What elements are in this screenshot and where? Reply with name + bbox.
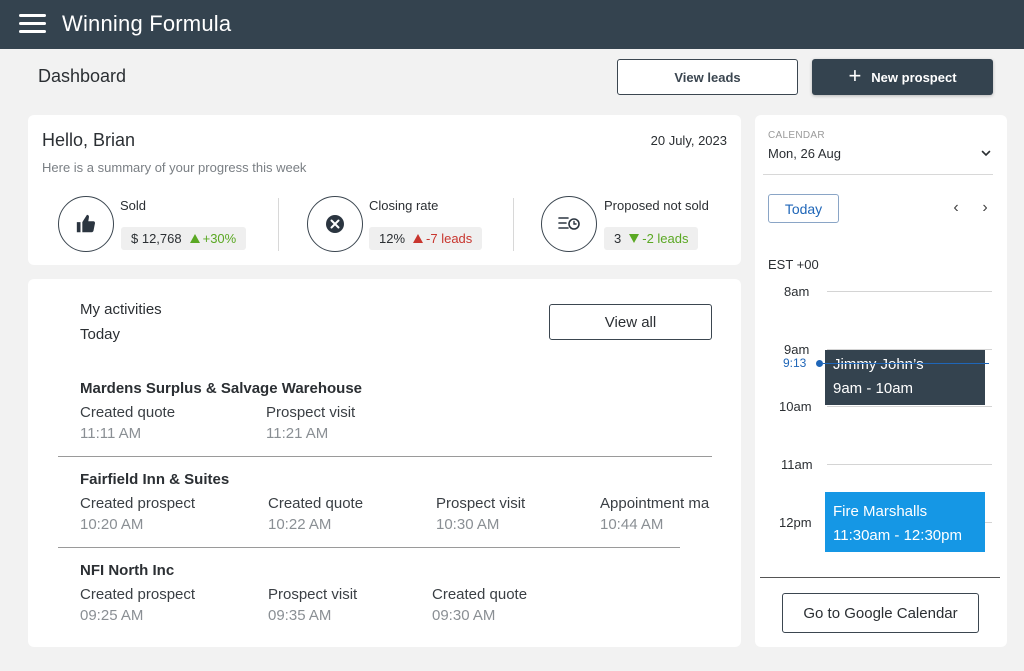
chevron-right-icon[interactable]: › bbox=[977, 199, 993, 217]
activity-event-time: 09:35 AM bbox=[268, 607, 332, 624]
stat-label-proposed-not-sold: Proposed not sold bbox=[604, 198, 709, 213]
view-leads-button[interactable]: View leads bbox=[617, 59, 798, 95]
activity-event-time: 10:30 AM bbox=[436, 516, 500, 533]
activity-event-time: 11:11 AM bbox=[80, 425, 142, 442]
hamburger-menu-icon[interactable] bbox=[19, 14, 46, 34]
calendar-event[interactable]: Fire Marshalls 11:30am - 12:30pm bbox=[825, 492, 985, 552]
divider bbox=[760, 577, 1000, 578]
current-time-dot bbox=[816, 360, 823, 367]
activity-company[interactable]: NFI North Inc bbox=[80, 562, 174, 579]
activity-event-time: 10:44 AM bbox=[600, 516, 664, 533]
hour-label: 12pm bbox=[779, 515, 812, 530]
view-all-button[interactable]: View all bbox=[549, 304, 712, 340]
divider bbox=[763, 174, 993, 175]
activity-event-label: Appointment ma bbox=[600, 495, 710, 512]
thumbs-up-icon bbox=[58, 196, 114, 252]
calendar-caption: CALENDAR bbox=[768, 130, 825, 141]
calendar-date-select[interactable]: Mon, 26 Aug bbox=[768, 146, 841, 161]
stat-pill-sold: $ 12,768 +30% bbox=[121, 227, 247, 250]
plus-icon: + bbox=[848, 63, 862, 88]
stat-pill-proposed-not-sold: 3 -2 leads bbox=[604, 227, 699, 250]
activity-company[interactable]: Mardens Surplus & Salvage Warehouse bbox=[80, 380, 362, 397]
stat-delta-closing-rate: -7 leads bbox=[426, 231, 473, 246]
list-clock-icon bbox=[541, 196, 597, 252]
triangle-down-icon bbox=[629, 234, 640, 243]
activity-event-label: Created quote bbox=[268, 495, 364, 512]
calendar-timezone: EST +00 bbox=[768, 257, 819, 272]
event-title: Jimmy John’s bbox=[833, 356, 924, 373]
hour-gridline bbox=[827, 464, 992, 465]
activity-event-label: Prospect visit bbox=[436, 495, 526, 512]
hour-label: 8am bbox=[784, 284, 810, 299]
activity-company[interactable]: Fairfield Inn & Suites bbox=[80, 471, 229, 488]
activity-event-time: 11:21 AM bbox=[266, 425, 329, 442]
app-title: Winning Formula bbox=[62, 11, 232, 36]
activities-title: My activities bbox=[80, 301, 162, 318]
new-prospect-button[interactable]: + New prospect bbox=[812, 59, 993, 95]
divider bbox=[58, 456, 712, 457]
chevron-left-icon[interactable]: ‹ bbox=[948, 199, 964, 217]
activities-subtitle: Today bbox=[80, 326, 121, 343]
activity-event-time: 10:20 AM bbox=[80, 516, 144, 533]
page-title: Dashboard bbox=[38, 66, 127, 86]
event-title: Fire Marshalls bbox=[833, 503, 928, 520]
summary-subtitle: Here is a summary of your progress this … bbox=[42, 160, 307, 175]
stat-delta-sold: +30% bbox=[202, 231, 237, 246]
event-time: 11:30am - 12:30pm bbox=[833, 527, 962, 544]
divider bbox=[278, 198, 279, 251]
hour-gridline bbox=[827, 406, 992, 407]
activity-event-time: 10:22 AM bbox=[268, 516, 332, 533]
calendar-card: CALENDAR Mon, 26 Aug Today ‹ › EST +00 8… bbox=[755, 115, 1007, 647]
hour-label: 9am bbox=[784, 342, 810, 357]
stat-value-sold: $ 12,768 bbox=[131, 231, 182, 246]
chevron-down-icon[interactable] bbox=[979, 146, 993, 160]
activity-event-time: 09:25 AM bbox=[80, 607, 144, 624]
activity-event-label: Created quote bbox=[432, 586, 528, 603]
stat-value-proposed-not-sold: 3 bbox=[614, 231, 622, 246]
stat-pill-closing-rate: 12% -7 leads bbox=[369, 227, 483, 250]
hour-gridline bbox=[827, 291, 992, 292]
activity-event-label: Created prospect bbox=[80, 586, 196, 603]
stat-label-closing-rate: Closing rate bbox=[369, 198, 439, 213]
current-time-label: 9:13 bbox=[783, 356, 807, 370]
activities-card: My activities Today View all Mardens Sur… bbox=[28, 279, 741, 647]
triangle-up-icon bbox=[413, 234, 424, 243]
activity-event-label: Created quote bbox=[80, 404, 176, 421]
hour-label: 10am bbox=[779, 399, 812, 414]
new-prospect-label: New prospect bbox=[871, 69, 957, 85]
hour-label: 11am bbox=[781, 457, 813, 472]
triangle-up-icon bbox=[189, 234, 200, 243]
summary-date: 20 July, 2023 bbox=[650, 133, 727, 148]
summary-card: Hello, Brian 20 July, 2023 Here is a sum… bbox=[28, 115, 741, 265]
today-button[interactable]: Today bbox=[768, 194, 839, 223]
activity-event-label: Prospect visit bbox=[268, 586, 358, 603]
activity-event-time: 09:30 AM bbox=[432, 607, 496, 624]
app-header: Winning Formula bbox=[0, 0, 1024, 49]
divider bbox=[58, 547, 680, 548]
greeting: Hello, Brian bbox=[42, 130, 136, 150]
event-time: 9am - 10am bbox=[833, 380, 914, 397]
close-circle-icon bbox=[307, 196, 363, 252]
stat-value-closing-rate: 12% bbox=[379, 231, 406, 246]
stat-delta-proposed-not-sold: -2 leads bbox=[642, 231, 689, 246]
activity-event-label: Prospect visit bbox=[266, 404, 356, 421]
activity-event-label: Created prospect bbox=[80, 495, 196, 512]
stat-label-sold: Sold bbox=[120, 198, 147, 213]
calendar-event[interactable]: Jimmy John’s 9am - 10am bbox=[825, 350, 985, 405]
current-time-line bbox=[823, 363, 989, 364]
google-calendar-button[interactable]: Go to Google Calendar bbox=[782, 593, 979, 633]
divider bbox=[513, 198, 514, 251]
